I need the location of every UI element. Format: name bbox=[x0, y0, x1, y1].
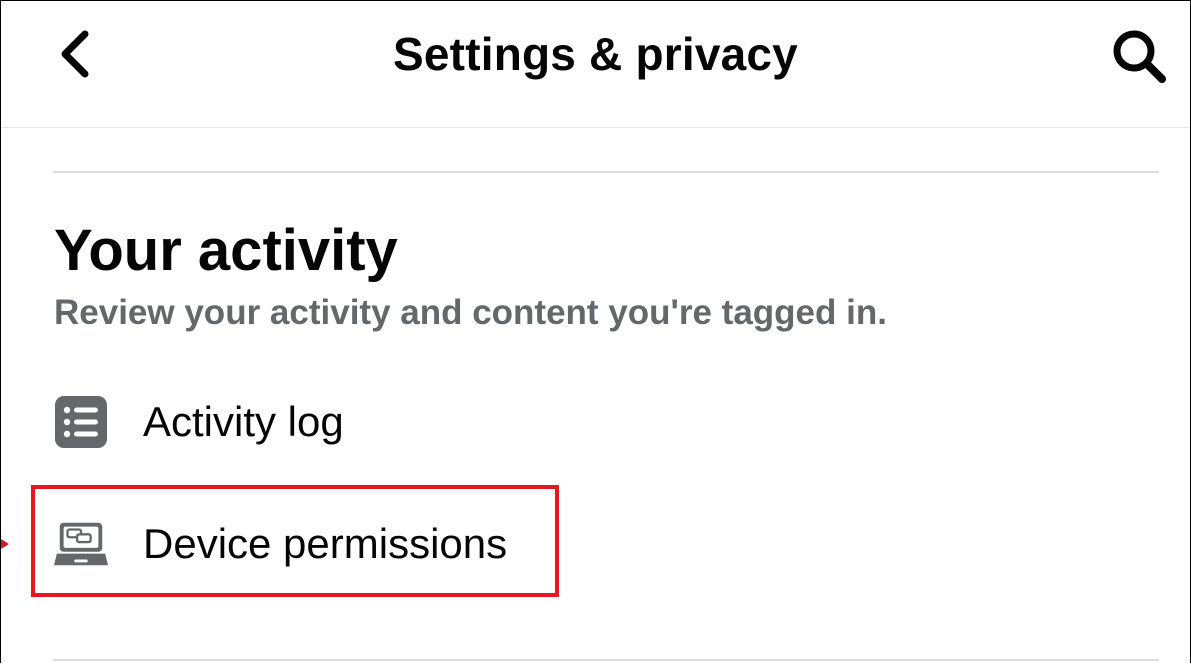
list-icon bbox=[53, 394, 109, 450]
search-icon bbox=[1113, 30, 1166, 83]
section-heading: Your activity bbox=[54, 218, 398, 283]
app-frame: Settings & privacy Your activity Review … bbox=[0, 0, 1191, 663]
top-navigation-bar: Settings & privacy bbox=[1, 1, 1190, 128]
arrow-pointer-icon bbox=[1, 539, 9, 549]
laptop-icon bbox=[53, 516, 109, 572]
menu-item-activity-log[interactable]: Activity log bbox=[53, 387, 344, 457]
menu-item-label: Device permissions bbox=[143, 520, 508, 567]
menu-item-device-permissions[interactable]: Device permissions bbox=[53, 509, 507, 579]
page-title: Settings & privacy bbox=[393, 28, 798, 80]
section-description: Review your activity and content you're … bbox=[54, 293, 887, 332]
search-button[interactable] bbox=[1099, 21, 1179, 91]
menu-item-label: Activity log bbox=[143, 398, 344, 445]
section-divider-bottom bbox=[53, 659, 1159, 661]
section-divider-top bbox=[53, 171, 1159, 173]
